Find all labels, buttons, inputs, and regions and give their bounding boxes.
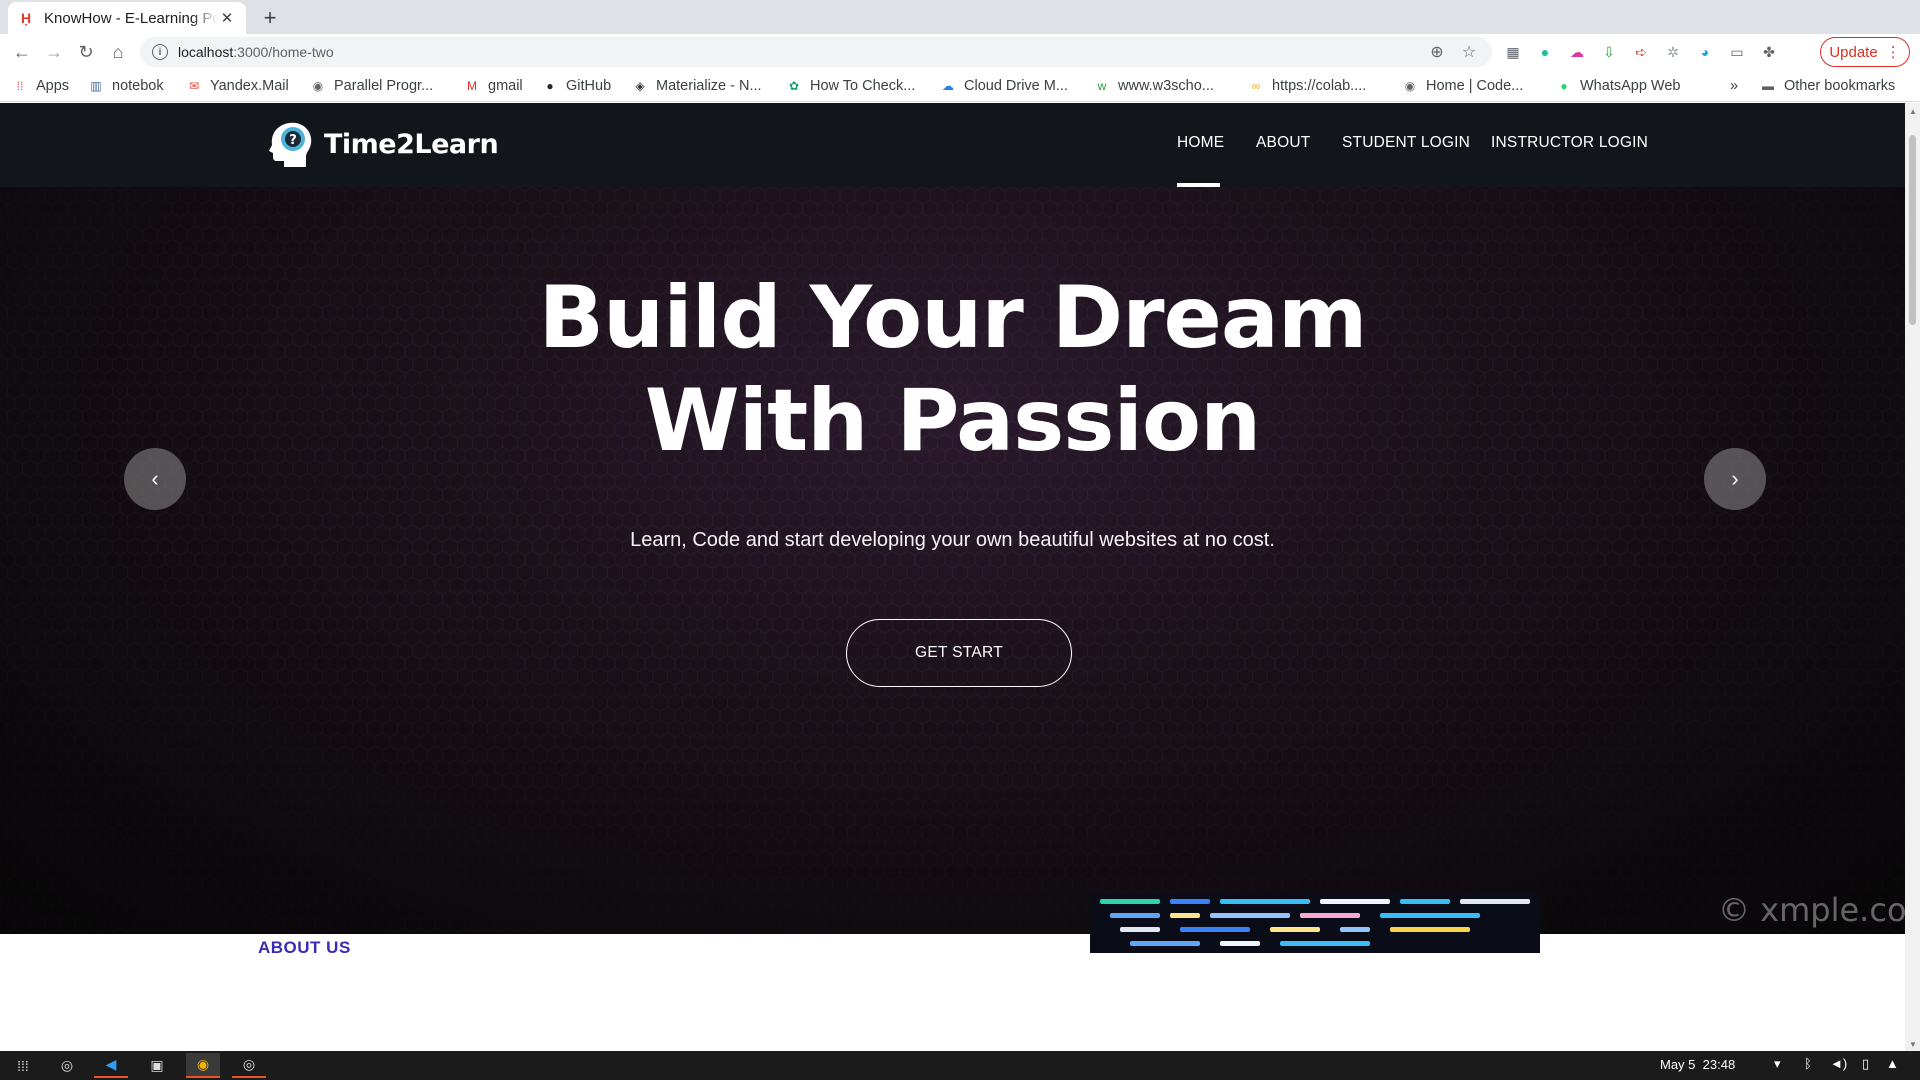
home-icon[interactable]: ⌂ xyxy=(104,38,132,66)
globe-icon: ◉ xyxy=(312,79,324,93)
nav-instructor-login[interactable]: INSTRUCTOR LOGIN xyxy=(1491,134,1648,152)
puzzle-extensions-icon[interactable]: ✤ xyxy=(1756,40,1782,64)
crx-extension-icon[interactable]: ▭ xyxy=(1724,40,1750,64)
volume-icon[interactable]: ◄) xyxy=(1830,1056,1847,1071)
hero-title: Build Your Dream With Passion xyxy=(0,267,1905,473)
hero-title-line-1: Build Your Dream xyxy=(538,268,1367,368)
page-scrollbar[interactable]: ▲ ▼ xyxy=(1905,103,1920,1051)
svg-text:?: ? xyxy=(289,133,297,148)
bookmark-yandex-mail[interactable]: ✉ Yandex.Mail xyxy=(186,76,289,96)
whatsapp-icon: ● xyxy=(1560,79,1568,93)
about-code-image xyxy=(1090,893,1540,953)
bookmark-w3schools[interactable]: w www.w3scho... xyxy=(1094,76,1214,96)
site-info-icon[interactable]: i xyxy=(152,44,168,60)
reload-icon[interactable]: ↻ xyxy=(72,38,100,66)
w3schools-icon: w xyxy=(1097,79,1107,93)
gear-extension-icon[interactable]: ✲ xyxy=(1660,40,1686,64)
hero-carousel: Build Your Dream With Passion Learn, Cod… xyxy=(0,187,1905,934)
address-bar[interactable]: i localhost:3000/home-two ⊕ ☆ xyxy=(140,37,1492,67)
disk-app-icon[interactable]: ◎ xyxy=(232,1053,266,1078)
grammarly-extension-icon[interactable]: ● xyxy=(1532,40,1558,64)
bookmark-notebok[interactable]: ▥ notebok xyxy=(88,76,163,96)
document-icon: ▥ xyxy=(90,79,102,93)
vscode-icon[interactable]: ◀ xyxy=(94,1053,128,1078)
bookmark-apps[interactable]: ⁞⁞ Apps xyxy=(12,76,69,96)
browser-tab-active[interactable]: Ḥ KnowHow - E-Learning Portal ✕ xyxy=(8,2,246,34)
system-settings-icon[interactable]: ◎ xyxy=(50,1053,84,1078)
nav-student-login[interactable]: STUDENT LOGIN xyxy=(1342,134,1470,152)
site-icon: ✿ xyxy=(788,79,800,93)
edge-extension-icon[interactable]: ◕ xyxy=(1692,40,1718,64)
file-manager-icon[interactable]: ▣ xyxy=(140,1053,174,1078)
browser-tab-strip: Ḥ KnowHow - E-Learning Portal ✕ + xyxy=(0,0,1920,34)
apps-grid-icon: ⁞⁞ xyxy=(16,79,24,93)
app-grid-icon[interactable]: ⁞⁞⁞ xyxy=(6,1053,40,1078)
bookmark-whatsapp[interactable]: ● WhatsApp Web xyxy=(1556,76,1680,96)
other-bookmarks[interactable]: ▬ Other bookmarks xyxy=(1760,76,1895,96)
battery-icon[interactable]: ▯ xyxy=(1862,1056,1869,1072)
bookmark-home-code[interactable]: ◉ Home | Code... xyxy=(1402,76,1524,96)
page-viewport: ? Time2Learn HOME ABOUT STUDENT LOGIN IN… xyxy=(0,103,1905,1051)
nav-about[interactable]: ABOUT xyxy=(1256,134,1310,152)
folder-icon: ▬ xyxy=(1762,79,1774,93)
download-extension-icon[interactable]: ⇩ xyxy=(1596,40,1622,64)
mail-icon: ✉ xyxy=(188,79,200,93)
bookmark-how-to-check[interactable]: ✿ How To Check... xyxy=(786,76,915,96)
watermark-text: © xmple.com xyxy=(1718,891,1905,929)
url-text[interactable]: localhost:3000/home-two xyxy=(178,44,1416,60)
about-us-label: ABOUT US xyxy=(258,938,351,957)
get-start-button[interactable]: GET START xyxy=(846,619,1072,687)
bookmark-cloud-drive[interactable]: ☁ Cloud Drive M... xyxy=(940,76,1068,96)
bookmark-star-icon[interactable]: ☆ xyxy=(1458,41,1480,63)
extensions-area: ▦ ● ☁ ⇩ ➪ ✲ ◕ ▭ ✤ xyxy=(1500,40,1782,64)
bookmark-gmail[interactable]: Mgmail xyxy=(464,76,523,96)
cast-extension-icon[interactable]: ➪ xyxy=(1628,40,1654,64)
bookmark-github[interactable]: ● GitHub xyxy=(542,76,611,96)
browser-toolbar: ← → ↻ ⌂ i localhost:3000/home-two ⊕ ☆ ▦ … xyxy=(0,34,1920,70)
bookmarks-bar: ⁞⁞ Apps ▥ notebok ✉ Yandex.Mail ◉ Parallel P… xyxy=(0,70,1920,102)
colab-icon: ∞ xyxy=(1251,79,1261,93)
update-button[interactable]: Update ⋮ xyxy=(1820,37,1910,67)
scroll-up-arrow-icon[interactable]: ▲ xyxy=(1909,107,1917,116)
bookmark-materialize[interactable]: ◈ Materialize - N... xyxy=(632,76,761,96)
carousel-prev-chevron-icon[interactable]: ‹ xyxy=(124,448,186,510)
bookmark-colab[interactable]: ∞ https://colab.... xyxy=(1248,76,1367,96)
calendar-extension-icon[interactable]: ▦ xyxy=(1500,40,1526,64)
bookmarks-overflow-chevron-icon[interactable]: » xyxy=(1730,76,1738,96)
nav-home[interactable]: HOME xyxy=(1177,134,1224,152)
taskbar-clock[interactable]: May 5 23:48 xyxy=(1660,1057,1735,1072)
scroll-down-arrow-icon[interactable]: ▼ xyxy=(1909,1040,1917,1049)
tab-close-icon[interactable]: ✕ xyxy=(218,9,236,27)
globe-icon: ◉ xyxy=(1404,79,1416,93)
site-header: ? Time2Learn HOME ABOUT STUDENT LOGIN IN… xyxy=(0,103,1905,187)
site-favicon-icon: Ḥ xyxy=(20,10,32,26)
gmail-icon: M xyxy=(467,79,477,93)
tab-title: KnowHow - E-Learning Portal xyxy=(44,9,218,27)
bluetooth-icon[interactable]: ᛒ xyxy=(1804,1056,1812,1071)
zoom-icon[interactable]: ⊕ xyxy=(1426,41,1448,63)
forward-arrow-icon[interactable]: → xyxy=(40,38,68,66)
new-tab-icon[interactable]: + xyxy=(258,5,282,30)
cloud-icon: ☁ xyxy=(942,79,954,93)
carousel-next-chevron-icon[interactable]: › xyxy=(1704,448,1766,510)
chrome-icon[interactable]: ◉ xyxy=(186,1053,220,1078)
head-question-logo-icon: ? xyxy=(266,119,314,169)
bookmark-parallel-progr[interactable]: ◉ Parallel Progr... xyxy=(310,76,433,96)
tray-expand-chevron-icon[interactable]: ▲ xyxy=(1886,1056,1899,1071)
hero-subtitle: Learn, Code and start developing your ow… xyxy=(630,529,1275,551)
site-logo[interactable]: ? Time2Learn xyxy=(266,119,499,169)
hero-title-line-2: With Passion xyxy=(644,371,1262,471)
os-taskbar: ⁞⁞⁞ ◎ ◀ ▣ ◉ ◎ May 5 23:48 ▾ ᛒ ◄) ▯ ▲ xyxy=(0,1051,1920,1080)
wifi-icon[interactable]: ▾ xyxy=(1774,1056,1781,1072)
materialize-icon: ◈ xyxy=(635,79,645,93)
scrollbar-thumb[interactable] xyxy=(1909,135,1916,325)
back-arrow-icon[interactable]: ← xyxy=(8,38,36,66)
brand-name: Time2Learn xyxy=(324,128,499,160)
cloud-extension-icon[interactable]: ☁ xyxy=(1564,40,1590,64)
github-icon: ● xyxy=(546,79,554,93)
